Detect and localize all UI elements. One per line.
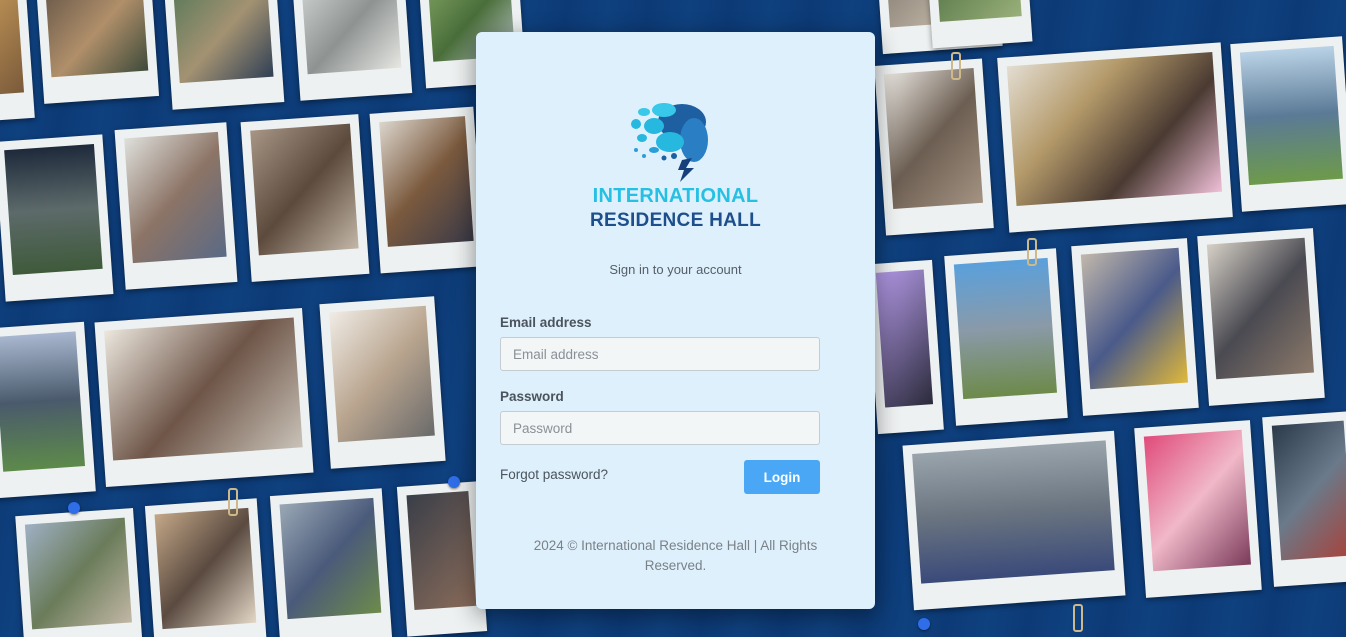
collage-photo — [0, 321, 96, 499]
collage-photo — [1262, 411, 1346, 587]
email-label: Email address — [500, 315, 592, 330]
password-label: Password — [500, 389, 564, 404]
pushpin-icon — [918, 618, 930, 630]
footer-copyright: 2024 © International Residence Hall | Al… — [533, 538, 818, 573]
collage-photo — [997, 42, 1233, 233]
login-button[interactable]: Login — [744, 460, 820, 494]
paperclip-icon — [228, 488, 238, 516]
email-input[interactable] — [500, 337, 820, 371]
brand-name-line2: RESIDENCE HALL — [590, 210, 761, 231]
brand-name-line1: INTERNATIONAL — [592, 185, 759, 207]
collage-photo — [1071, 238, 1199, 416]
paperclip-icon — [1073, 604, 1083, 632]
pushpin-icon — [448, 476, 460, 488]
collage-photo — [94, 307, 314, 488]
collage-photo — [269, 488, 393, 637]
globe-bubbles-icon — [631, 94, 712, 182]
collage-photo — [874, 58, 994, 236]
collage-photo — [944, 248, 1068, 426]
collage-photo — [0, 134, 114, 302]
pushpin-icon — [68, 502, 80, 514]
collage-photo — [1197, 228, 1325, 406]
password-input[interactable] — [500, 411, 820, 445]
signin-subtitle: Sign in to your account — [609, 262, 742, 277]
collage-photo — [163, 0, 285, 110]
collage-photo — [927, 0, 1033, 49]
collage-photo — [240, 114, 370, 282]
collage-photo — [114, 122, 238, 290]
collage-photo — [15, 508, 143, 637]
forgot-password-link[interactable]: Forgot password? — [500, 467, 608, 482]
collage-photo — [319, 296, 446, 469]
collage-photo — [1134, 420, 1262, 598]
collage-photo — [369, 106, 485, 274]
collage-photo — [0, 0, 35, 122]
paperclip-icon — [1027, 238, 1037, 266]
login-card: INTERNATIONAL RESIDENCE HALL Sign in to … — [476, 32, 875, 609]
collage-photo — [144, 498, 268, 637]
collage-photo — [396, 481, 488, 637]
collage-photo — [1230, 36, 1346, 212]
paperclip-icon — [951, 52, 961, 80]
collage-photo — [902, 430, 1126, 611]
collage-photo — [291, 0, 413, 101]
collage-photo — [866, 259, 944, 435]
collage-photo — [35, 0, 160, 104]
